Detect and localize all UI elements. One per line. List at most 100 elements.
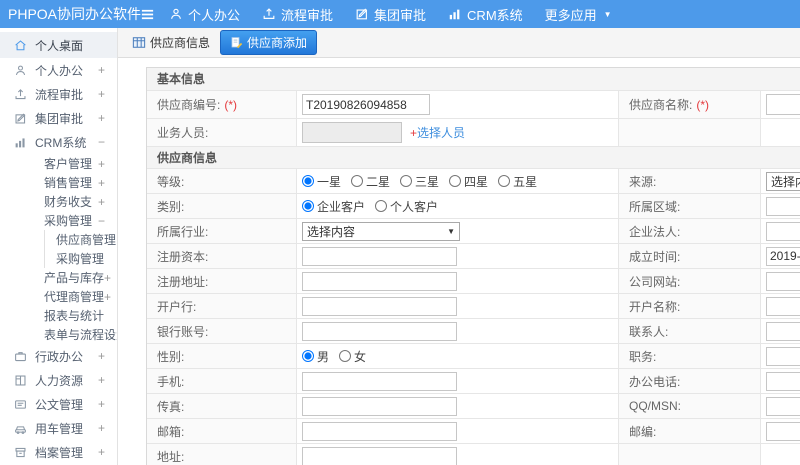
sidebar-item-customer-mgmt[interactable]: 客户管理 +	[0, 154, 117, 173]
category-radio[interactable]	[302, 200, 314, 212]
sidebar-item-crm-system[interactable]: CRM系统 −	[0, 130, 117, 154]
sidebar-item-agent-mgmt[interactable]: 代理商管理 +	[0, 287, 117, 306]
sidebar-item-vehicle-mgmt[interactable]: 用车管理 +	[0, 416, 117, 440]
gender-radio[interactable]	[302, 350, 314, 362]
industry-label: 所属行业:	[147, 219, 297, 243]
office-phone-label: 办公电话:	[619, 369, 761, 393]
supplier-name-label: 供应商名称: (*)	[619, 91, 761, 118]
doc-add-icon	[230, 36, 243, 49]
bank-input[interactable]	[302, 296, 457, 316]
source-select[interactable]: 选择内容▼	[766, 171, 800, 191]
fax-input[interactable]	[302, 396, 457, 416]
topnav-group-approval[interactable]: 集团审批	[355, 5, 426, 24]
sales-staff-label: 业务人员:	[147, 119, 297, 146]
sidebar-item-document-mgmt[interactable]: 公文管理 +	[0, 392, 117, 416]
archive-icon	[14, 446, 27, 459]
topnav-personal-office[interactable]: 个人办公	[169, 5, 240, 24]
sidebar-item-purchase-mgmt[interactable]: 采购管理 −	[0, 211, 117, 230]
main-area: 供应商信息 供应商添加 基本信息 供应商编号: (*) T20190826094…	[118, 28, 800, 465]
form-row: 注册地址: 公司网站:	[147, 268, 800, 293]
doc-icon	[14, 398, 27, 411]
sidebar-item-archive-mgmt[interactable]: 档案管理 +	[0, 440, 117, 464]
account-name-input[interactable]	[766, 296, 800, 316]
menu-toggle-icon[interactable]	[140, 7, 155, 22]
mobile-input[interactable]	[302, 371, 457, 391]
sidebar-item-sales-mgmt[interactable]: 销售管理 +	[0, 173, 117, 192]
qq-msn-input[interactable]	[766, 396, 800, 416]
contact-input[interactable]	[766, 321, 800, 341]
bank-label: 开户行:	[147, 294, 297, 318]
company-website-input[interactable]	[766, 271, 800, 291]
level-radio[interactable]	[498, 175, 511, 187]
job-title-input[interactable]	[766, 346, 800, 366]
home-icon	[14, 39, 27, 52]
sidebar-item-personal-office[interactable]: 个人办公 +	[0, 58, 117, 82]
zip-label: 邮编:	[619, 419, 761, 443]
registered-address-label: 注册地址:	[147, 269, 297, 293]
briefcase-icon	[14, 350, 27, 363]
category-radio[interactable]	[375, 200, 388, 212]
registered-address-input[interactable]	[302, 271, 457, 291]
tab-supplier-info[interactable]: 供应商信息	[132, 34, 210, 51]
form-row: 供应商编号:(*) 供应商名称:(*)	[147, 90, 800, 118]
mobile-label: 手机:	[147, 369, 297, 393]
top-navigation: 个人办公 流程审批 集团审批 CRM系统 更多应用 ▼	[169, 5, 612, 24]
sidebar-item-finance[interactable]: 财务收支 +	[0, 192, 117, 211]
edit-icon	[14, 112, 27, 125]
sidebar-item-hr[interactable]: 人力资源 +	[0, 368, 117, 392]
sidebar-item-form-workflow-settings[interactable]: 表单与流程设置 +	[0, 325, 117, 344]
bank-account-input[interactable]	[302, 321, 457, 341]
sidebar-item-product-inventory[interactable]: 产品与库存 +	[0, 268, 117, 287]
level-radio[interactable]	[449, 175, 462, 187]
sidebar: 个人桌面 个人办公 + 流程审批 + 集团审批 + CRM系统 − 客户管理 +…	[0, 28, 118, 465]
sales-staff-input[interactable]	[302, 122, 402, 143]
industry-select[interactable]: 选择内容 ▼	[302, 221, 460, 241]
plus-sign: +	[410, 126, 418, 140]
email-input[interactable]	[302, 421, 457, 441]
car-icon	[14, 422, 27, 435]
user-icon	[14, 64, 27, 77]
job-title-label: 职务:	[619, 344, 761, 368]
sidebar-item-supplier-mgmt[interactable]: 供应商管理	[0, 230, 117, 249]
upload-icon	[262, 7, 276, 21]
sidebar-item-admin-office[interactable]: 行政办公 +	[0, 344, 117, 368]
sidebar-item-reports-stats[interactable]: 报表与统计	[0, 306, 117, 325]
sidebar-item-purchase-mgmt-sub[interactable]: 采购管理	[0, 249, 117, 268]
office-phone-input[interactable]	[766, 371, 800, 391]
contact-label: 联系人:	[619, 319, 761, 343]
topnav-crm-system[interactable]: CRM系统	[448, 5, 523, 24]
legal-person-label: 企业法人:	[619, 219, 761, 243]
form-row: 传真: QQ/MSN:	[147, 393, 800, 418]
supplier-code-input[interactable]	[302, 94, 430, 115]
form-row: 地址:	[147, 443, 800, 465]
form-row: 开户行: 开户名称:	[147, 293, 800, 318]
form-row: 银行账号: 联系人:	[147, 318, 800, 343]
registered-capital-input[interactable]	[302, 246, 457, 266]
address-label: 地址:	[147, 444, 297, 465]
founded-date-input[interactable]	[766, 246, 800, 266]
topnav-workflow-approval[interactable]: 流程审批	[262, 5, 333, 24]
edit-icon	[355, 7, 369, 21]
level-radio[interactable]	[302, 175, 314, 187]
tab-supplier-add[interactable]: 供应商添加	[220, 30, 318, 55]
sidebar-item-personal-desktop[interactable]: 个人桌面	[0, 32, 117, 58]
sidebar-item-group-approval[interactable]: 集团审批 +	[0, 106, 117, 130]
email-label: 邮箱:	[147, 419, 297, 443]
founded-date-label: 成立时间:	[619, 244, 761, 268]
gender-radio[interactable]	[339, 350, 352, 362]
select-staff-link[interactable]: 选择人员	[417, 126, 465, 140]
form-row: 等级: 一星 二星 三星 四星 五星 来源: 选择内容▼	[147, 168, 800, 193]
legal-person-input[interactable]	[766, 221, 800, 241]
topnav-more-apps[interactable]: 更多应用 ▼	[545, 5, 612, 24]
address-input[interactable]	[302, 446, 457, 465]
zip-input[interactable]	[766, 421, 800, 441]
supplier-name-input[interactable]	[766, 94, 800, 115]
app-logo[interactable]: PHPOA协同办公软件	[0, 4, 141, 24]
form-row: 性别: 男 女 职务:	[147, 343, 800, 368]
book-icon	[14, 374, 27, 387]
region-input[interactable]	[766, 196, 800, 216]
level-radio[interactable]	[400, 175, 413, 187]
level-radio[interactable]	[351, 175, 364, 187]
sidebar-item-workflow-approval[interactable]: 流程审批 +	[0, 82, 117, 106]
form-row: 业务人员: +选择人员	[147, 118, 800, 146]
